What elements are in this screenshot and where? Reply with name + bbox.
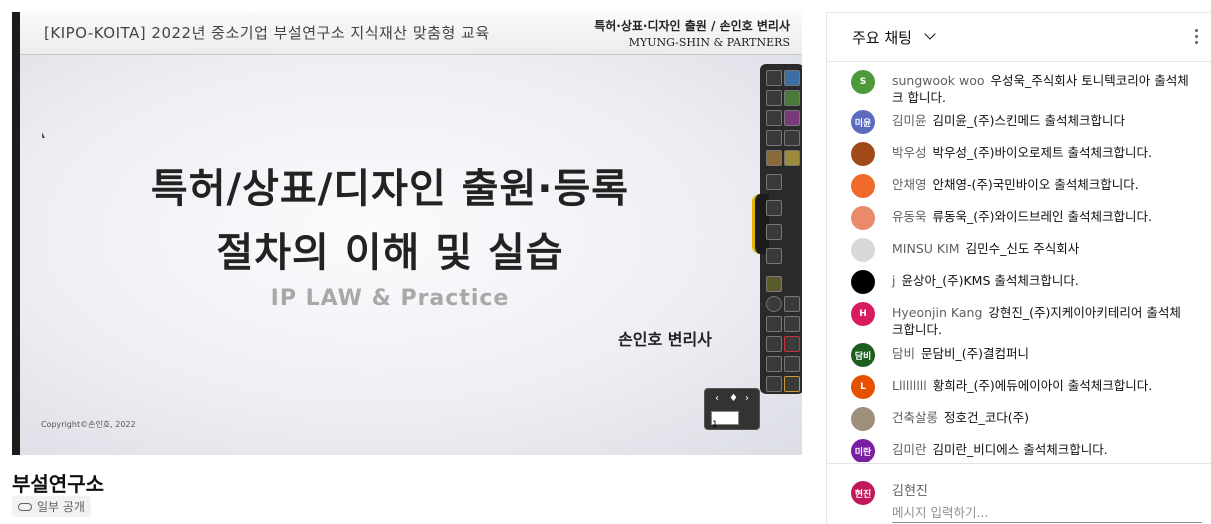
chat-author[interactable]: 건축살롱 <box>892 410 938 425</box>
page-number-input[interactable]: 1 <box>711 411 739 425</box>
chevron-down-icon[interactable] <box>924 28 935 39</box>
link-icon <box>18 503 32 511</box>
highlighter-icon[interactable] <box>784 150 800 166</box>
chat-author[interactable]: 안채영 <box>892 177 927 192</box>
visibility-label: 일부 공개 <box>37 498 85 515</box>
chat-mode-dropdown[interactable]: 주요 채팅 <box>852 27 912 48</box>
chat-input-area: 현진 김현진 <box>827 463 1211 524</box>
color-icon[interactable] <box>784 110 800 126</box>
chat-text: 윤상아_(주)KMS 출석체크합니다. <box>901 273 1078 288</box>
slide-presenter: 손인호 변리사 <box>618 326 712 350</box>
slide-header-right: 특허·상표·디자인 출원 / 손인호 변리사 <box>594 17 790 34</box>
yellow-drop-icon[interactable] <box>784 376 800 392</box>
windows-icon[interactable] <box>766 224 782 240</box>
eraser-icon[interactable] <box>766 130 782 146</box>
chat-message-list[interactable]: S sungwook woo우성욱_주식회사 토니텍코리아 출석체크 합니다. … <box>827 62 1211 462</box>
pen-toolbar[interactable] <box>760 64 802 394</box>
slide-header: [KIPO-KOITA] 2022년 중소기업 부설연구소 지식재산 맞춤형 교… <box>20 12 802 55</box>
line-tool-icon[interactable] <box>766 90 782 106</box>
image-icon[interactable] <box>784 90 800 106</box>
chat-author[interactable]: Lllllllll <box>892 378 927 393</box>
check-icon[interactable] <box>766 376 782 392</box>
avatar[interactable] <box>851 238 875 262</box>
avatar[interactable]: 담비 <box>851 343 875 367</box>
presentation-slide: [KIPO-KOITA] 2022년 중소기업 부설연구소 지식재산 맞춤형 교… <box>20 12 802 455</box>
chat-text: 박우성_(주)바이오로제트 출석체크합니다. <box>933 145 1152 160</box>
check-icon[interactable] <box>766 356 782 372</box>
window-icon[interactable] <box>766 200 782 216</box>
chat-text: 류동욱_(주)와이드브레인 출석체크합니다. <box>933 209 1152 224</box>
pen-tool-icon[interactable] <box>766 70 782 86</box>
chat-text: 안채영-(주)국민바이오 출석체크합니다. <box>933 177 1139 192</box>
menu-icon[interactable] <box>766 248 782 264</box>
avatar[interactable]: L <box>851 375 875 399</box>
avatar[interactable]: S <box>851 70 875 94</box>
slide-title-line1: 특허/상표/디자인 출원·등록 <box>20 156 760 214</box>
more-options-icon[interactable] <box>1195 29 1199 47</box>
avatar[interactable] <box>851 270 875 294</box>
chat-author[interactable]: 박우성 <box>892 145 927 160</box>
chat-message-input[interactable] <box>892 502 1202 523</box>
brush-icon[interactable] <box>766 110 782 126</box>
dot-icon[interactable] <box>784 130 800 146</box>
chat-header: 주요 채팅 <box>827 13 1211 62</box>
chat-text: 김민수_신도 주식회사 <box>966 241 1080 256</box>
mouse-cursor-icon <box>42 132 45 138</box>
avatar[interactable]: 미란 <box>851 439 875 462</box>
avatar[interactable]: 미윤 <box>851 110 875 134</box>
avatar[interactable] <box>851 206 875 230</box>
prev-slide-icon[interactable]: ‹ <box>715 393 719 404</box>
chat-author[interactable]: 김미윤 <box>892 113 927 128</box>
drop-icon[interactable] <box>784 356 800 372</box>
slide-nav-panel[interactable]: ‹ ♦ › 1 <box>704 388 760 430</box>
red-drop-icon[interactable] <box>784 336 800 352</box>
slide-header-left: [KIPO-KOITA] 2022년 중소기업 부설연구소 지식재산 맞춤형 교… <box>44 22 490 43</box>
check-icon[interactable] <box>766 336 782 352</box>
video-title: 부설연구소 <box>12 468 104 497</box>
drop-icon[interactable] <box>784 296 800 312</box>
drop-icon[interactable] <box>784 316 800 332</box>
chat-author[interactable]: sungwook woo <box>892 73 985 88</box>
visibility-badge: 일부 공개 <box>12 496 91 517</box>
slide-title-line2: 절차의 이해 및 실습 <box>20 220 760 278</box>
slide-subtitle: IP LAW & Practice <box>20 286 760 311</box>
check-icon[interactable] <box>766 316 782 332</box>
chat-text: 문담비_(주)결컴퍼니 <box>921 346 1029 361</box>
chat-author[interactable]: j <box>892 273 895 288</box>
avatar[interactable] <box>851 407 875 431</box>
stamp-icon[interactable] <box>766 150 782 166</box>
avatar[interactable]: 현진 <box>851 481 875 505</box>
chat-author[interactable]: Hyeonjin Kang <box>892 305 982 320</box>
avatar[interactable] <box>851 174 875 198</box>
chat-text: 정호건_코다(주) <box>944 410 1029 425</box>
select-icon[interactable] <box>766 174 782 190</box>
chat-text: 김미란_비디에스 출석체크합니다. <box>933 442 1108 457</box>
avatar[interactable] <box>851 142 875 166</box>
next-slide-icon[interactable]: › <box>745 393 749 404</box>
person-icon[interactable]: ♦ <box>729 393 738 404</box>
current-user-name: 김현진 <box>892 480 928 499</box>
live-chat-panel: 주요 채팅 S sungwook woo우성욱_주식회사 토니텍코리아 출석체크… <box>826 12 1211 524</box>
chat-text: 김미윤_(주)스킨메드 출석체크합니다 <box>933 113 1125 128</box>
slide-header-firm: MYUNG-SHIN & PARTNERS <box>629 36 790 49</box>
board-icon[interactable] <box>784 70 800 86</box>
chat-author[interactable]: 김미란 <box>892 442 927 457</box>
video-player[interactable]: [KIPO-KOITA] 2022년 중소기업 부설연구소 지식재산 맞춤형 교… <box>12 12 802 455</box>
check-icon[interactable] <box>766 296 782 312</box>
chat-text: 황희라_(주)에듀에이아이 출석체크합니다. <box>933 378 1152 393</box>
avatar[interactable]: H <box>851 302 875 326</box>
slide-copyright: Copyright©손인호, 2022 <box>41 419 136 430</box>
chat-author[interactable]: 유동욱 <box>892 209 927 224</box>
chat-author[interactable]: 담비 <box>892 346 915 361</box>
settings-icon[interactable] <box>766 276 782 292</box>
chat-author[interactable]: MINSU KIM <box>892 241 960 256</box>
